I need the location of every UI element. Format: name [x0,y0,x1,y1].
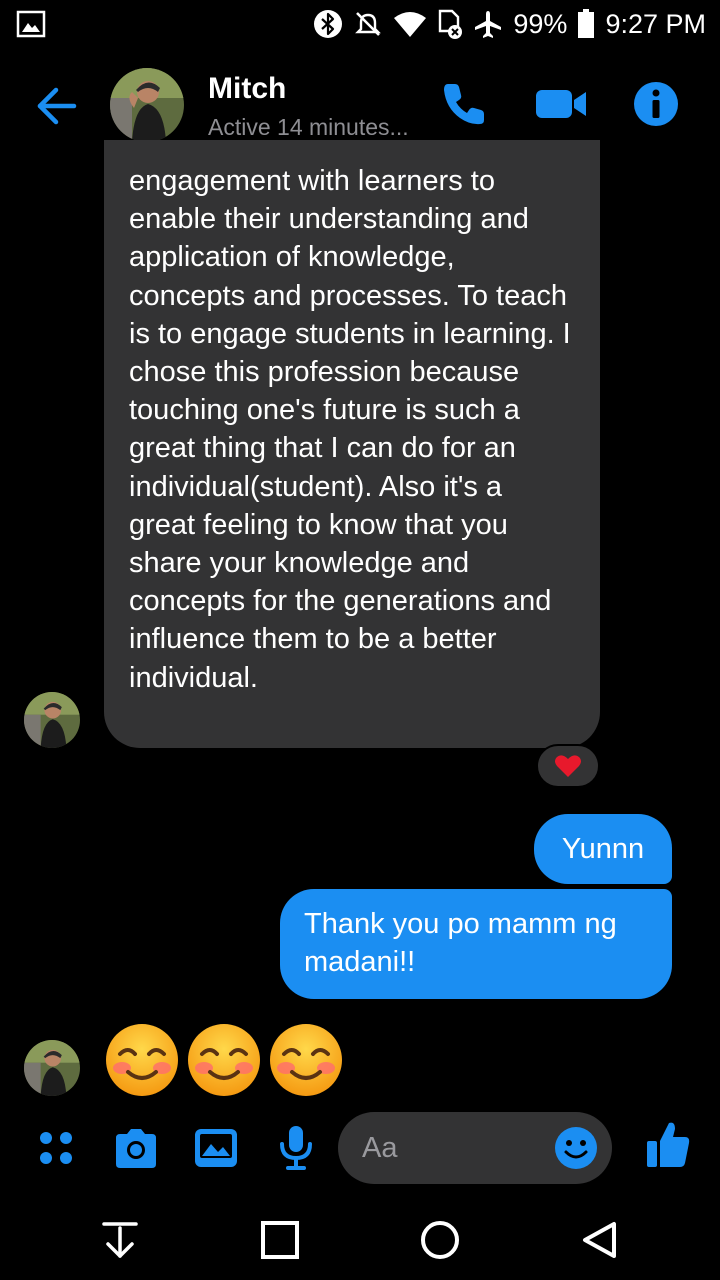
arrow-left-icon [37,87,77,125]
message-composer [0,1108,720,1188]
heart-icon [555,755,581,777]
back-button[interactable] [30,80,82,132]
image-icon [195,1129,237,1167]
status-bar: 99% 9:27 PM [0,0,720,48]
video-camera-icon [536,90,586,118]
gallery-notification-icon [16,10,46,43]
smiling-face-icon [270,1024,342,1096]
clock-time: 9:27 PM [605,8,706,39]
emoji-message[interactable] [104,1022,344,1098]
sender-avatar[interactable] [24,692,80,748]
thumbs-up-icon [647,1122,690,1167]
voice-call-button[interactable] [438,78,490,130]
incoming-message-text: engagement with learners to enable their… [129,165,571,694]
smiling-face-icon [188,1024,260,1096]
contact-name[interactable]: Mitch [208,72,286,106]
sender-avatar[interactable] [24,1040,80,1096]
circle-icon [421,1221,459,1259]
contact-avatar[interactable] [110,68,184,142]
incoming-message-bubble[interactable]: engagement with learners to enable their… [104,140,600,748]
gallery-button[interactable] [192,1124,240,1172]
voice-message-button[interactable] [272,1124,320,1172]
system-navigation-bar [0,1200,720,1280]
outgoing-message-bubble[interactable]: Thank you po mamm ng madani!! [280,889,672,999]
conversation-info-button[interactable] [630,78,682,130]
square-icon [261,1221,299,1259]
smiley-icon [555,1127,597,1169]
camera-button[interactable] [112,1124,160,1172]
like-button[interactable] [644,1120,692,1168]
video-call-button[interactable] [534,78,590,130]
heart-reaction[interactable] [536,744,600,788]
system-back-button[interactable] [578,1218,622,1262]
arrow-down-icon [102,1222,138,1258]
more-actions-button[interactable] [32,1124,80,1172]
message-input-field[interactable] [338,1112,612,1184]
message-input[interactable] [362,1112,552,1184]
outgoing-message-bubble[interactable]: Yunnn [534,814,672,884]
hide-keyboard-button[interactable] [98,1218,142,1262]
battery-percent: 99% [513,8,568,39]
airplane-mode-icon [473,9,503,39]
info-icon [634,82,678,126]
active-status: Active 14 minutes... [208,114,409,140]
emoji-picker-button[interactable] [554,1126,598,1170]
battery-icon [577,9,595,39]
phone-icon [444,84,484,125]
sim-no-service-icon [437,9,463,39]
microphone-icon [280,1126,312,1170]
bluetooth-icon [313,9,343,39]
wifi-icon [393,10,427,38]
four-dots-icon [40,1132,72,1164]
home-button[interactable] [418,1218,462,1262]
recents-button[interactable] [258,1218,302,1262]
camera-icon [116,1129,156,1168]
triangle-left-icon [583,1222,616,1258]
smiling-face-icon [106,1024,178,1096]
mute-icon [353,9,383,39]
